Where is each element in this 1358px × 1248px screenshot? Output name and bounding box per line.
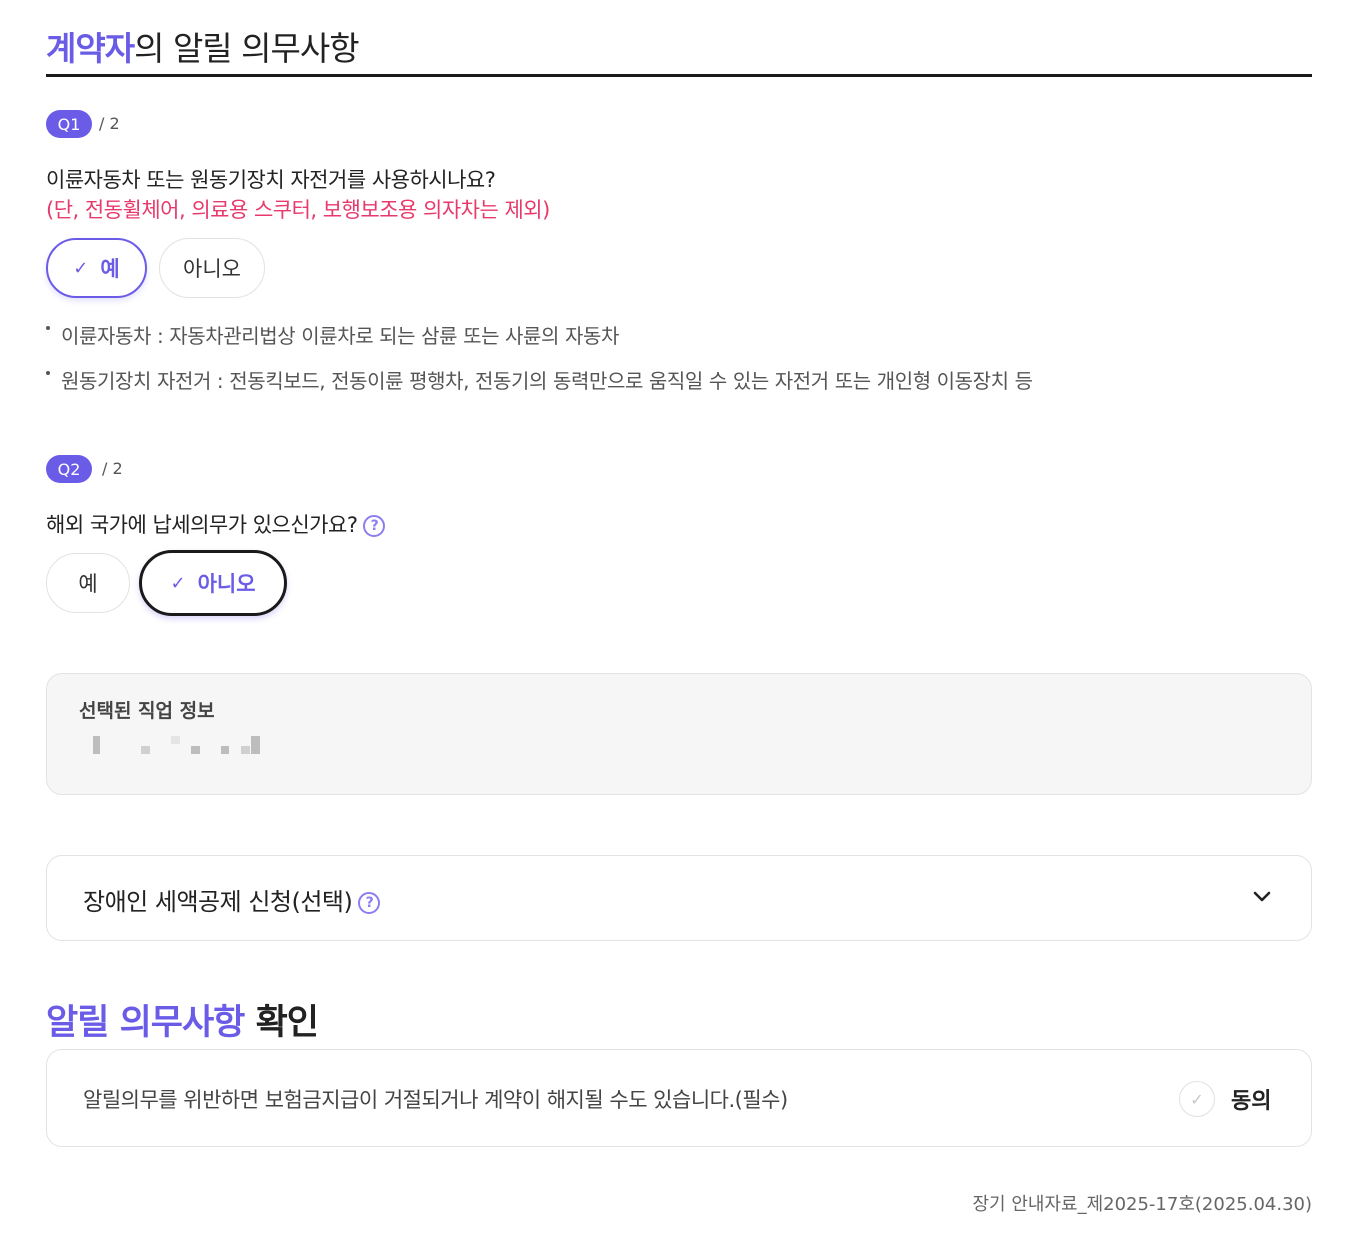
q1-definition-2: 원동기장치 자전거 : 전동킥보드, 전동이륜 평행차, 전동기의 동력만으로 …	[46, 365, 1033, 394]
question-circle-icon[interactable]: ?	[358, 892, 381, 914]
question-circle-icon[interactable]: ?	[363, 515, 386, 537]
check-icon: ✓	[170, 572, 186, 594]
q2-option-no-label: 아니오	[197, 572, 256, 596]
q2-option-no[interactable]: ✓ 아니오	[139, 550, 287, 616]
bullet-dot-icon	[46, 371, 50, 375]
question-count-q1: / 2	[99, 114, 120, 133]
confirm-section-title: 알릴 의무사항 확인	[46, 994, 319, 1045]
question-text-q2-label: 해외 국가에 납세의무가 있으신가요?	[46, 513, 358, 537]
q2-option-yes-label: 예	[78, 572, 98, 596]
page-title: 계약자의 알릴 의무사항	[46, 22, 360, 70]
q2-option-yes[interactable]: 예	[46, 553, 130, 613]
q1-definition-1-text: 이륜자동차 : 자동차관리법상 이륜차로 되는 삼륜 또는 사륜의 자동차	[61, 324, 619, 348]
mask-block	[241, 746, 250, 754]
q1-option-no[interactable]: 아니오	[159, 238, 265, 298]
confirm-title-rest: 확인	[255, 1003, 319, 1043]
question-text-q1: 이륜자동차 또는 원동기장치 자전거를 사용하시나요?	[46, 168, 496, 192]
question-count-q2: / 2	[102, 459, 123, 478]
agree-checkbox[interactable]: ✓	[1179, 1081, 1215, 1117]
agreement-panel: 알릴의무를 위반하면 보험금지급이 거절되거나 계약이 해지될 수도 있습니다.…	[46, 1049, 1312, 1147]
agreement-text: 알릴의무를 위반하면 보험금지급이 거절되거나 계약이 해지될 수도 있습니다.…	[83, 1088, 788, 1112]
mask-block	[191, 746, 200, 754]
q1-option-yes[interactable]: ✓ 예	[46, 238, 147, 298]
page-title-accent: 계약자	[46, 29, 135, 68]
q1-option-yes-label: 예	[100, 257, 120, 281]
title-divider	[46, 74, 1312, 77]
question-badge-q2: Q2	[46, 455, 92, 483]
selected-job-value-masked	[79, 736, 279, 760]
bullet-dot-icon	[46, 326, 50, 330]
selected-job-panel: 선택된 직업 정보	[46, 673, 1312, 795]
q1-option-no-label: 아니오	[183, 257, 241, 281]
question-badge-q1: Q1	[46, 110, 92, 138]
agree-label[interactable]: 동의	[1231, 1083, 1271, 1115]
mask-block	[93, 736, 100, 754]
page-title-rest: 의 알릴 의무사항	[134, 29, 359, 68]
q1-definition-1: 이륜자동차 : 자동차관리법상 이륜차로 되는 삼륜 또는 사륜의 자동차	[46, 320, 619, 349]
mask-block	[141, 746, 150, 754]
accordion-label-text: 장애인 세액공제 신청(선택)	[83, 888, 353, 916]
question-text-q2: 해외 국가에 납세의무가 있으신가요??	[46, 509, 386, 539]
mask-block	[171, 736, 180, 744]
check-icon: ✓	[1190, 1089, 1204, 1109]
chevron-down-icon[interactable]	[1251, 886, 1273, 908]
accordion-label: 장애인 세액공제 신청(선택)?	[83, 882, 381, 917]
notification-duty-page: 계약자의 알릴 의무사항 Q1 / 2 이륜자동차 또는 원동기장치 자전거를 …	[46, 0, 1312, 1248]
check-icon: ✓	[73, 257, 89, 279]
confirm-title-accent: 알릴 의무사항	[46, 1003, 245, 1043]
q1-definition-2-text: 원동기장치 자전거 : 전동킥보드, 전동이륜 평행차, 전동기의 동력만으로 …	[61, 369, 1033, 393]
mask-block	[221, 746, 229, 754]
disability-tax-deduction-accordion[interactable]: 장애인 세액공제 신청(선택)?	[46, 855, 1312, 941]
mask-block	[251, 736, 260, 754]
selected-job-label: 선택된 직업 정보	[79, 700, 215, 722]
question-note-q1: (단, 전동휠체어, 의료용 스쿠터, 보행보조용 의자차는 제외)	[46, 198, 550, 222]
document-reference-note: 장기 안내자료_제2025-17호(2025.04.30)	[972, 1194, 1312, 1215]
